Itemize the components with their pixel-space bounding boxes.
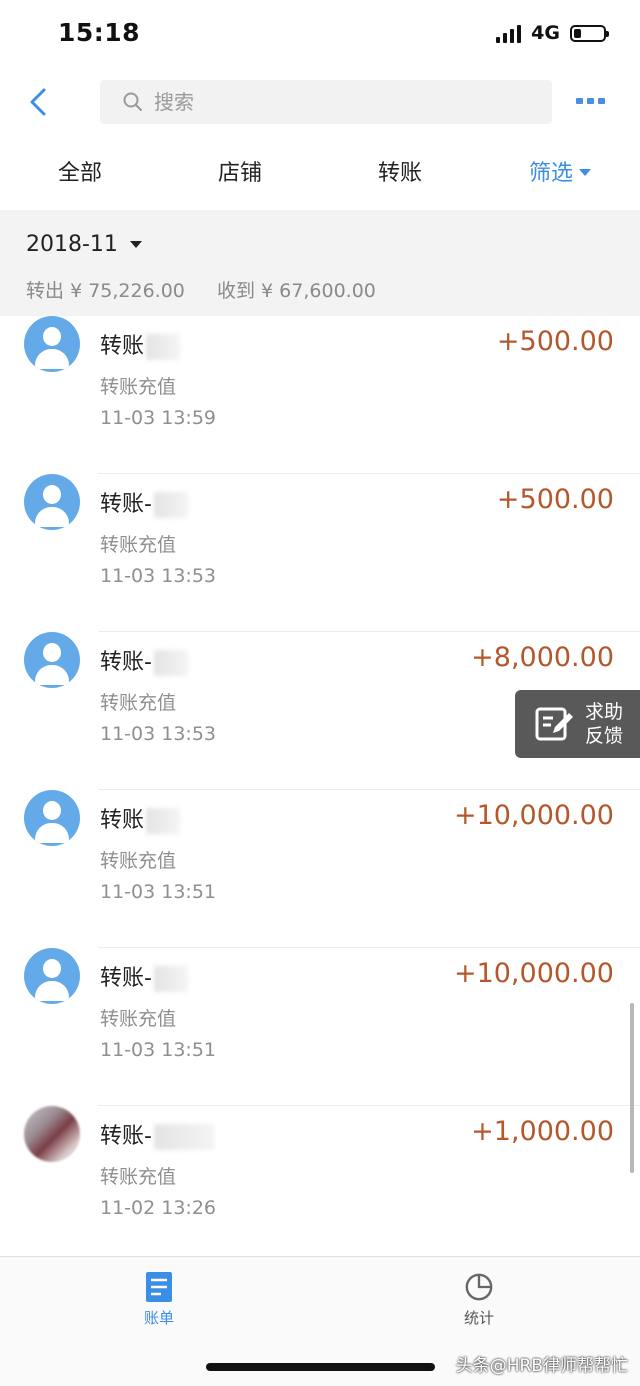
transaction-row[interactable]: 转账 转账充值 11-03 13:59 +500.00 xyxy=(0,316,640,474)
avatar xyxy=(24,1106,80,1162)
network-type: 4G xyxy=(531,22,560,44)
transaction-subtitle: 转账充值 xyxy=(100,1008,177,1030)
help-feedback-button[interactable]: 求助 反馈 xyxy=(515,690,640,758)
out-label: 转出 xyxy=(26,280,65,302)
search-input[interactable] xyxy=(152,89,536,115)
help-feedback-label: 求助 反馈 xyxy=(585,701,624,747)
tab-all[interactable]: 全部 xyxy=(0,140,160,208)
month-selector[interactable]: 2018-11 xyxy=(26,232,142,257)
default-user-icon xyxy=(24,948,80,1004)
default-user-icon xyxy=(24,632,80,688)
bill-icon xyxy=(146,1272,172,1302)
transaction-title: 转账- xyxy=(100,644,188,676)
transaction-time: 11-03 13:53 xyxy=(100,723,217,745)
transaction-row[interactable]: 转账- 转账充值 11-03 13:51 +10,000.00 xyxy=(0,948,640,1106)
transaction-subtitle: 转账充值 xyxy=(100,692,177,714)
in-amount: ¥ 67,600.00 xyxy=(261,280,376,302)
edit-note-icon xyxy=(535,707,573,741)
transaction-time: 11-03 13:59 xyxy=(100,407,217,429)
caret-down-icon xyxy=(579,169,591,176)
back-button[interactable] xyxy=(24,80,64,124)
transaction-amount: +500.00 xyxy=(496,326,614,357)
watermark: 头条@HRB律师帮帮忙 xyxy=(455,1356,628,1376)
transaction-row[interactable]: 转账- 转账充值 11-02 13:26 +1,000.00 xyxy=(0,1106,640,1256)
search-box[interactable] xyxy=(100,80,552,124)
transaction-subtitle: 转账充值 xyxy=(100,534,177,556)
pie-chart-icon xyxy=(465,1273,493,1301)
transaction-title: 转账 xyxy=(100,328,181,360)
chevron-left-icon xyxy=(30,88,46,116)
transaction-time: 11-03 13:53 xyxy=(100,565,217,587)
tab-filter[interactable]: 筛选 xyxy=(480,140,640,208)
transaction-row[interactable]: 转账 转账充值 11-03 13:51 +10,000.00 xyxy=(0,790,640,948)
transaction-amount: +500.00 xyxy=(496,484,614,515)
transaction-subtitle: 转账充值 xyxy=(100,850,177,872)
caret-down-icon xyxy=(129,241,142,248)
tab-filter-label: 筛选 xyxy=(528,161,573,186)
battery-icon xyxy=(570,24,609,42)
transaction-title: 转账 xyxy=(100,802,181,834)
month-label: 2018-11 xyxy=(26,232,118,257)
status-indicators: 4G xyxy=(496,22,609,44)
cellular-signal-icon xyxy=(496,23,522,43)
transaction-title: 转账- xyxy=(100,486,188,518)
search-icon xyxy=(122,91,144,113)
default-user-icon xyxy=(24,316,80,372)
transaction-title: 转账- xyxy=(100,960,188,992)
default-user-icon xyxy=(24,474,80,530)
status-time: 15:18 xyxy=(58,18,141,47)
tab-bill-label: 账单 xyxy=(143,1309,174,1327)
battery-level xyxy=(574,28,581,38)
transaction-subtitle: 转账充值 xyxy=(100,1166,177,1188)
transaction-list: 转账 转账充值 11-03 13:59 +500.00 转账- 转账充值 11-… xyxy=(0,316,640,1256)
transaction-title: 转账- xyxy=(100,1118,214,1150)
transaction-amount: +10,000.00 xyxy=(453,800,614,831)
status-bar: 15:18 4G xyxy=(0,0,640,70)
tab-transfer[interactable]: 转账 xyxy=(320,140,480,208)
transaction-amount: +1,000.00 xyxy=(471,1116,614,1147)
out-amount: ¥ 75,226.00 xyxy=(70,280,185,302)
more-dots-icon[interactable] xyxy=(576,98,610,108)
transaction-time: 11-03 13:51 xyxy=(100,1039,217,1061)
default-user-icon xyxy=(24,790,80,846)
transaction-amount: +8,000.00 xyxy=(471,642,614,673)
scrollbar[interactable] xyxy=(630,1003,634,1173)
tab-bill[interactable]: 账单 xyxy=(119,1271,199,1328)
month-summary: 转出 ¥ 75,226.00 收到 ¥ 67,600.00 xyxy=(26,276,376,303)
transaction-time: 11-03 13:51 xyxy=(100,881,217,903)
month-header: 2018-11 转出 ¥ 75,226.00 收到 ¥ 67,600.00 xyxy=(0,210,640,316)
home-indicator xyxy=(206,1363,435,1371)
in-label: 收到 xyxy=(216,280,255,302)
tab-stats[interactable]: 统计 xyxy=(439,1271,519,1328)
tab-shop[interactable]: 店铺 xyxy=(160,140,320,208)
nav-bar xyxy=(0,70,640,136)
filter-tabs: 全部 店铺 转账 筛选 xyxy=(0,140,640,208)
transaction-time: 11-02 13:26 xyxy=(100,1197,217,1219)
transaction-amount: +10,000.00 xyxy=(453,958,614,989)
transaction-subtitle: 转账充值 xyxy=(100,376,177,398)
transaction-row[interactable]: 转账- 转账充值 11-03 13:53 +500.00 xyxy=(0,474,640,632)
tab-stats-label: 统计 xyxy=(463,1309,494,1327)
